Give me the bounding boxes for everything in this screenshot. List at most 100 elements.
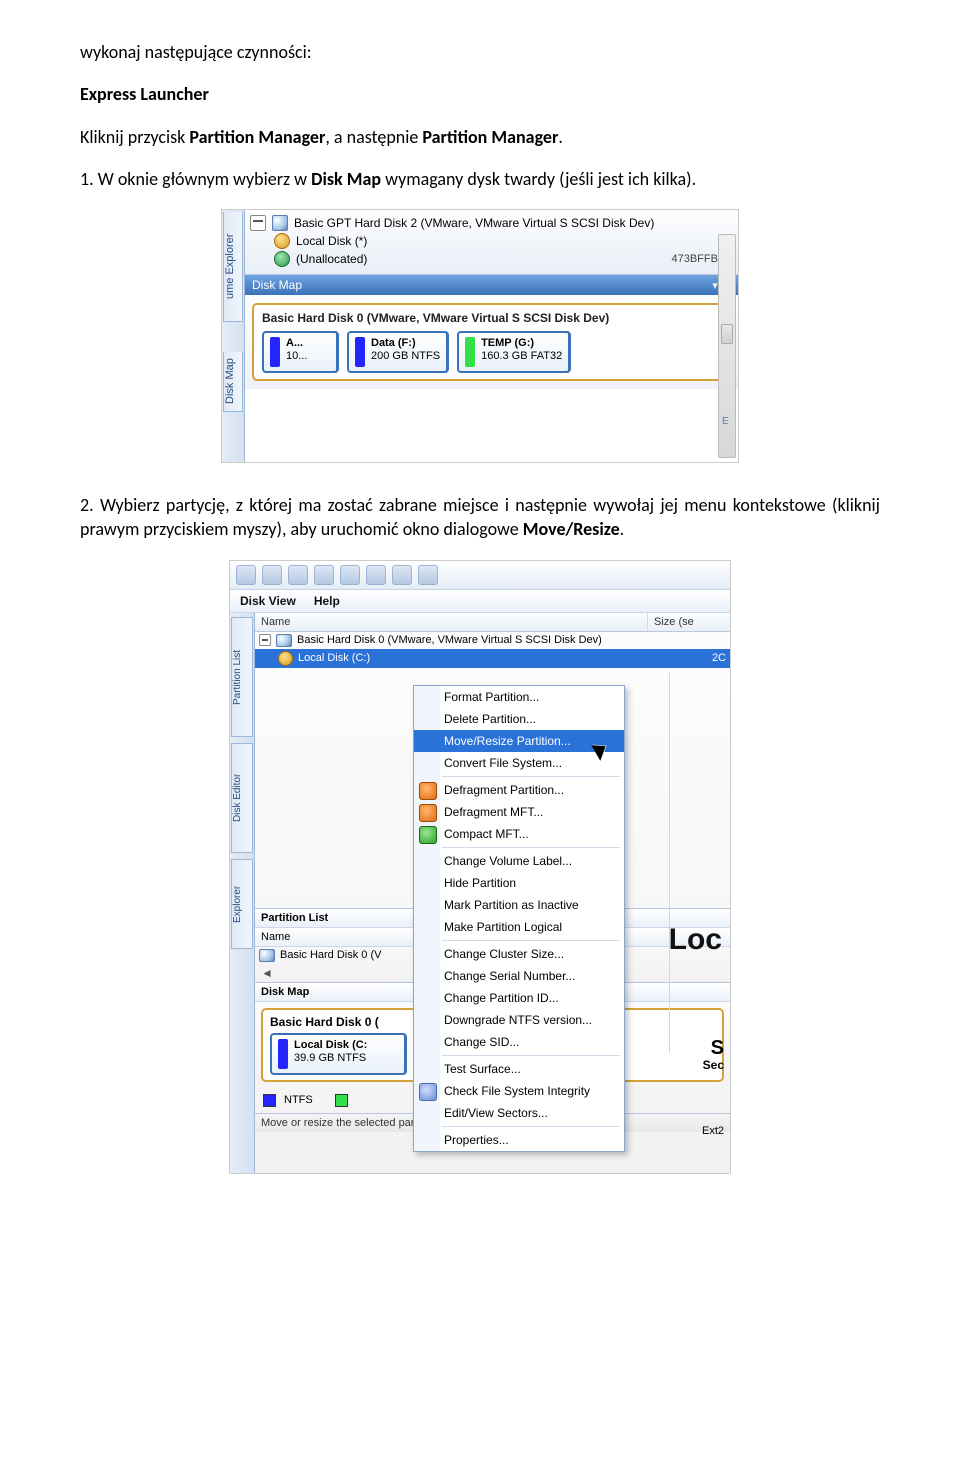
partition-swatch xyxy=(465,337,475,367)
toolbar-icon[interactable] xyxy=(314,565,334,585)
screenshot-disk-map: ume Explorer Disk Map Basic GPT Hard Dis… xyxy=(221,209,739,463)
context-menu-item[interactable]: Defragment MFT... xyxy=(414,801,624,823)
list-item-label: Basic Hard Disk 0 (VMware, VMware Virtua… xyxy=(297,634,602,646)
collapse-icon[interactable] xyxy=(250,215,266,231)
main-area: Name Size (se Basic Hard Disk 0 (VMware,… xyxy=(255,613,730,1173)
toolbar-icon[interactable] xyxy=(340,565,360,585)
partition-label: A...10... xyxy=(286,337,307,363)
unallocated-icon xyxy=(274,251,290,267)
list-header: Name Size (se xyxy=(255,613,730,632)
scrollbar-thumb[interactable] xyxy=(721,324,733,344)
right-sec-label: S Sec xyxy=(703,1037,724,1072)
partition-label: Data (F:)200 GB NTFS xyxy=(371,337,440,363)
context-menu-item[interactable]: Downgrade NTFS version... xyxy=(414,1009,624,1031)
vtab-disk-editor[interactable]: Disk Editor xyxy=(231,743,253,853)
toolbar xyxy=(230,561,730,590)
context-menu-item[interactable]: Properties... xyxy=(414,1129,624,1151)
partition-swatch xyxy=(278,1039,288,1069)
context-menu-item[interactable]: Test Surface... xyxy=(414,1058,624,1080)
vtab-partition-list[interactable]: Partition List xyxy=(231,617,253,737)
partition[interactable]: A...10... xyxy=(262,331,339,373)
menu-item-label: Delete Partition... xyxy=(444,712,536,726)
partition-swatch xyxy=(355,337,365,367)
list-item-label: Local Disk (C:) xyxy=(298,652,370,664)
menu-separator xyxy=(442,776,620,777)
sidebar-tab-explorer[interactable]: ume Explorer xyxy=(223,212,243,322)
scrollbar-vertical[interactable]: E xyxy=(718,234,736,458)
col-name[interactable]: Name xyxy=(255,613,648,631)
menu-item-label: Hide Partition xyxy=(444,876,516,890)
partition-label: Local Disk (C:39.9 GB NTFS xyxy=(294,1039,367,1065)
context-menu-item[interactable]: Change SID... xyxy=(414,1031,624,1053)
menu-item-label: Change Partition ID... xyxy=(444,991,559,1005)
diskmap-panel-title: Disk Map xyxy=(252,278,302,292)
menu-item-label: Mark Partition as Inactive xyxy=(444,898,579,912)
right-ext-label: Ext2 xyxy=(702,1125,724,1137)
step-2: 2. Wybierz partycję, z której ma zostać … xyxy=(80,493,880,542)
tree-unallocated[interactable]: (Unallocated) xyxy=(274,251,671,267)
context-menu-item[interactable]: Change Partition ID... xyxy=(414,987,624,1009)
menu-item-label: Check File System Integrity xyxy=(444,1084,590,1098)
toolbar-icon[interactable] xyxy=(236,565,256,585)
partition[interactable]: Data (F:)200 GB NTFS xyxy=(347,331,449,373)
menu-item-label: Defragment MFT... xyxy=(444,805,543,819)
context-menu-item[interactable]: Check File System Integrity xyxy=(414,1080,624,1102)
tree-unallocated-label: (Unallocated) xyxy=(296,252,367,266)
context-menu-item[interactable]: Format Partition... xyxy=(414,686,624,708)
toolbar-icon[interactable] xyxy=(418,565,438,585)
partition-swatch xyxy=(270,337,280,367)
menu-item-label: Compact MFT... xyxy=(444,827,529,841)
menu-item-label: Change Serial Number... xyxy=(444,969,575,983)
tree-local-disk[interactable]: Local Disk (*) xyxy=(274,233,720,249)
screenshot-context-menu: Disk View Help Partition List Disk Edito… xyxy=(229,560,731,1174)
sidebar-tab-diskmap[interactable]: Disk Map xyxy=(223,352,243,412)
toolbar-icon[interactable] xyxy=(288,565,308,585)
context-menu-item[interactable]: Change Volume Label... xyxy=(414,850,624,872)
context-menu-item[interactable]: Hide Partition xyxy=(414,872,624,894)
legend-swatch-other xyxy=(335,1094,348,1107)
sidebar: ume Explorer Disk Map xyxy=(222,210,245,462)
partition-label: TEMP (G:)160.3 GB FAT32 xyxy=(481,337,562,363)
scroll-hint-letter: E xyxy=(722,416,729,427)
express-launcher-heading: Express Launcher xyxy=(80,82,880,106)
legend-swatch-ntfs xyxy=(263,1094,276,1107)
context-menu-item[interactable]: Mark Partition as Inactive xyxy=(414,894,624,916)
menu-item-label: Move/Resize Partition... xyxy=(444,734,571,748)
context-menu-item[interactable]: Convert File System... xyxy=(414,752,624,774)
intro-line: wykonaj następujące czynności: xyxy=(80,40,880,64)
context-menu-item[interactable]: Delete Partition... xyxy=(414,708,624,730)
context-menu-item[interactable]: Change Cluster Size... xyxy=(414,943,624,965)
defragment-icon xyxy=(419,804,437,822)
menu-item-label: Change Volume Label... xyxy=(444,854,572,868)
list-item[interactable]: Basic Hard Disk 0 (VMware, VMware Virtua… xyxy=(255,632,730,649)
toolbar-icon[interactable] xyxy=(366,565,386,585)
defragment-icon xyxy=(419,782,437,800)
click-instruction: Kliknij przycisk Partition Manager, a na… xyxy=(80,125,880,149)
toolbar-icon[interactable] xyxy=(392,565,412,585)
tree-local-disk-label: Local Disk (*) xyxy=(296,234,367,248)
menubar: Disk View Help xyxy=(230,590,730,613)
menu-separator xyxy=(442,1126,620,1127)
context-menu-item[interactable]: Defragment Partition... xyxy=(414,779,624,801)
menu-disk-view[interactable]: Disk View xyxy=(240,594,296,608)
menu-item-label: Change Cluster Size... xyxy=(444,947,564,961)
list-item[interactable]: Local Disk (C:)2C xyxy=(255,649,730,668)
drive-icon xyxy=(274,233,290,249)
vtab-explorer[interactable]: Explorer xyxy=(231,859,253,949)
right-panel-stub: Loc S Sec Ext2 xyxy=(669,673,730,1053)
disk-icon xyxy=(276,634,292,647)
tree-disk2[interactable]: Basic GPT Hard Disk 2 (VMware, VMware Vi… xyxy=(250,215,732,231)
partition[interactable]: TEMP (G:)160.3 GB FAT32 xyxy=(457,331,571,373)
col-size[interactable]: Size (se xyxy=(648,613,730,631)
toolbar-icon[interactable] xyxy=(262,565,282,585)
context-menu-item[interactable]: Edit/View Sectors... xyxy=(414,1102,624,1124)
menu-help[interactable]: Help xyxy=(314,594,340,608)
menu-item-label: Properties... xyxy=(444,1133,509,1147)
check-icon xyxy=(419,1083,437,1101)
menu-item-label: Downgrade NTFS version... xyxy=(444,1013,592,1027)
context-menu-item[interactable]: Compact MFT... xyxy=(414,823,624,845)
context-menu-item[interactable]: Change Serial Number... xyxy=(414,965,624,987)
context-menu-item[interactable]: Make Partition Logical xyxy=(414,916,624,938)
collapse-icon[interactable] xyxy=(259,634,271,646)
disk-box[interactable]: Basic Hard Disk 0 (VMware, VMware Virtua… xyxy=(252,303,730,381)
